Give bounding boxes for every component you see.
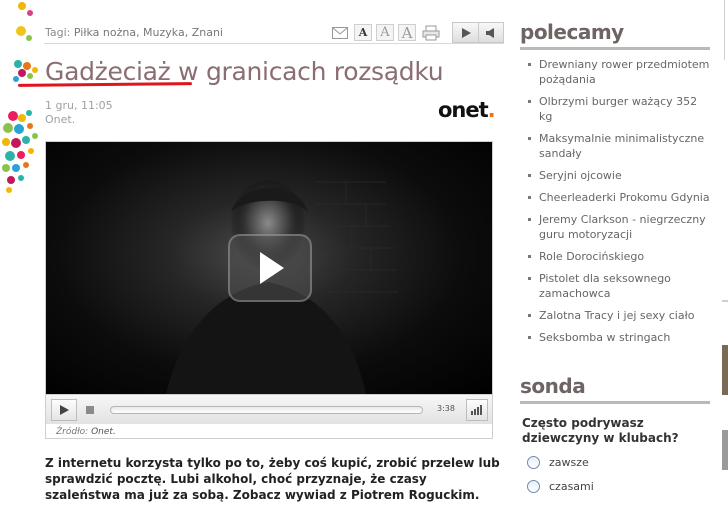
list-item[interactable]: Olbrzymi burger ważący 352 kg (520, 94, 710, 124)
list-item[interactable]: Seryjni ojcowie (520, 168, 710, 183)
tags-line: Tagi: Piłka nożna, Muzyka, Znani (45, 26, 223, 39)
video-player: 3:38 Źródło: Onet. (45, 141, 493, 439)
big-play-button[interactable] (228, 234, 312, 302)
list-item[interactable]: Cheerleaderki Prokomu Gdynia (520, 190, 710, 205)
article-date: 1 gru, 11:05 (45, 99, 113, 112)
tag-bar: Tagi: Piłka nożna, Muzyka, Znani A A A (44, 22, 504, 44)
stop-icon (86, 406, 94, 414)
sonda-heading: sonda (520, 374, 710, 404)
polecamy-heading: polecamy (520, 20, 710, 50)
tags-list[interactable]: Piłka nożna, Muzyka, Znani (74, 26, 223, 39)
media-nav (452, 22, 504, 43)
list-item[interactable]: Seksbomba w stringach (520, 330, 710, 345)
poll-option-label: zawsze (549, 456, 589, 469)
poll-option-label: czasami (549, 480, 594, 493)
poll-question: Często podrywasz dziewczyny w klubach? (522, 416, 679, 445)
video-source: Źródło: Onet. (56, 427, 116, 437)
article-lead: Z internetu korzysta tylko po to, żeby c… (45, 456, 500, 502)
source-name[interactable]: Onet. (91, 427, 116, 437)
speaker-icon[interactable] (478, 23, 503, 42)
play-small-icon (60, 405, 69, 415)
list-item[interactable]: Maksymalnie minimalistyczne sandały (520, 131, 710, 161)
list-item[interactable]: Jeremy Clarkson - niegrzeczny guru motor… (520, 212, 710, 242)
poll-radio[interactable] (527, 480, 540, 493)
list-item[interactable]: Drewniany rower przedmiotem pożądania (520, 57, 710, 87)
title-highlight-underline (17, 82, 193, 87)
logo-text: onet (438, 98, 489, 122)
video-frame[interactable] (46, 142, 492, 394)
article-title[interactable]: Gadżeciaż w granicach rozsądku (45, 57, 444, 86)
list-item[interactable]: Role Dorocińskiego (520, 249, 710, 264)
article-toolbar: A A A (330, 22, 504, 43)
list-item[interactable]: Pistolet dla seksownego zamachowca (520, 271, 710, 301)
polecamy-list: Drewniany rower przedmiotem pożądania Ol… (520, 57, 710, 352)
poll-option-zawsze[interactable]: zawsze (527, 456, 589, 469)
font-medium-button[interactable]: A (376, 24, 394, 41)
list-item[interactable]: Zalotna Tracy i jej sexy ciało (520, 308, 710, 323)
logo-dot: . (487, 98, 496, 122)
article-meta: 1 gru, 11:05 Onet. (45, 99, 113, 127)
onet-logo: onet. (438, 98, 496, 122)
decorative-dots (2, 2, 38, 193)
mail-icon[interactable] (330, 24, 350, 41)
right-column-clipped (722, 0, 728, 470)
font-small-button[interactable]: A (354, 24, 372, 41)
video-duration: 3:38 (437, 404, 455, 413)
tags-label: Tagi: (45, 26, 71, 39)
print-icon[interactable] (420, 24, 442, 41)
play-button[interactable] (51, 399, 77, 421)
poll-option-czasami[interactable]: czasami (527, 480, 594, 493)
play-next-icon[interactable] (453, 23, 478, 42)
source-label: Źródło: (56, 427, 89, 437)
seek-bar[interactable] (110, 406, 423, 414)
volume-icon (471, 405, 482, 415)
stop-button[interactable] (79, 399, 101, 421)
player-controls: 3:38 (46, 394, 492, 424)
font-large-button[interactable]: A (398, 24, 416, 42)
play-icon (260, 252, 284, 284)
poll-radio[interactable] (527, 456, 540, 469)
article-source-line: Onet. (45, 113, 76, 126)
volume-button[interactable] (466, 399, 488, 421)
